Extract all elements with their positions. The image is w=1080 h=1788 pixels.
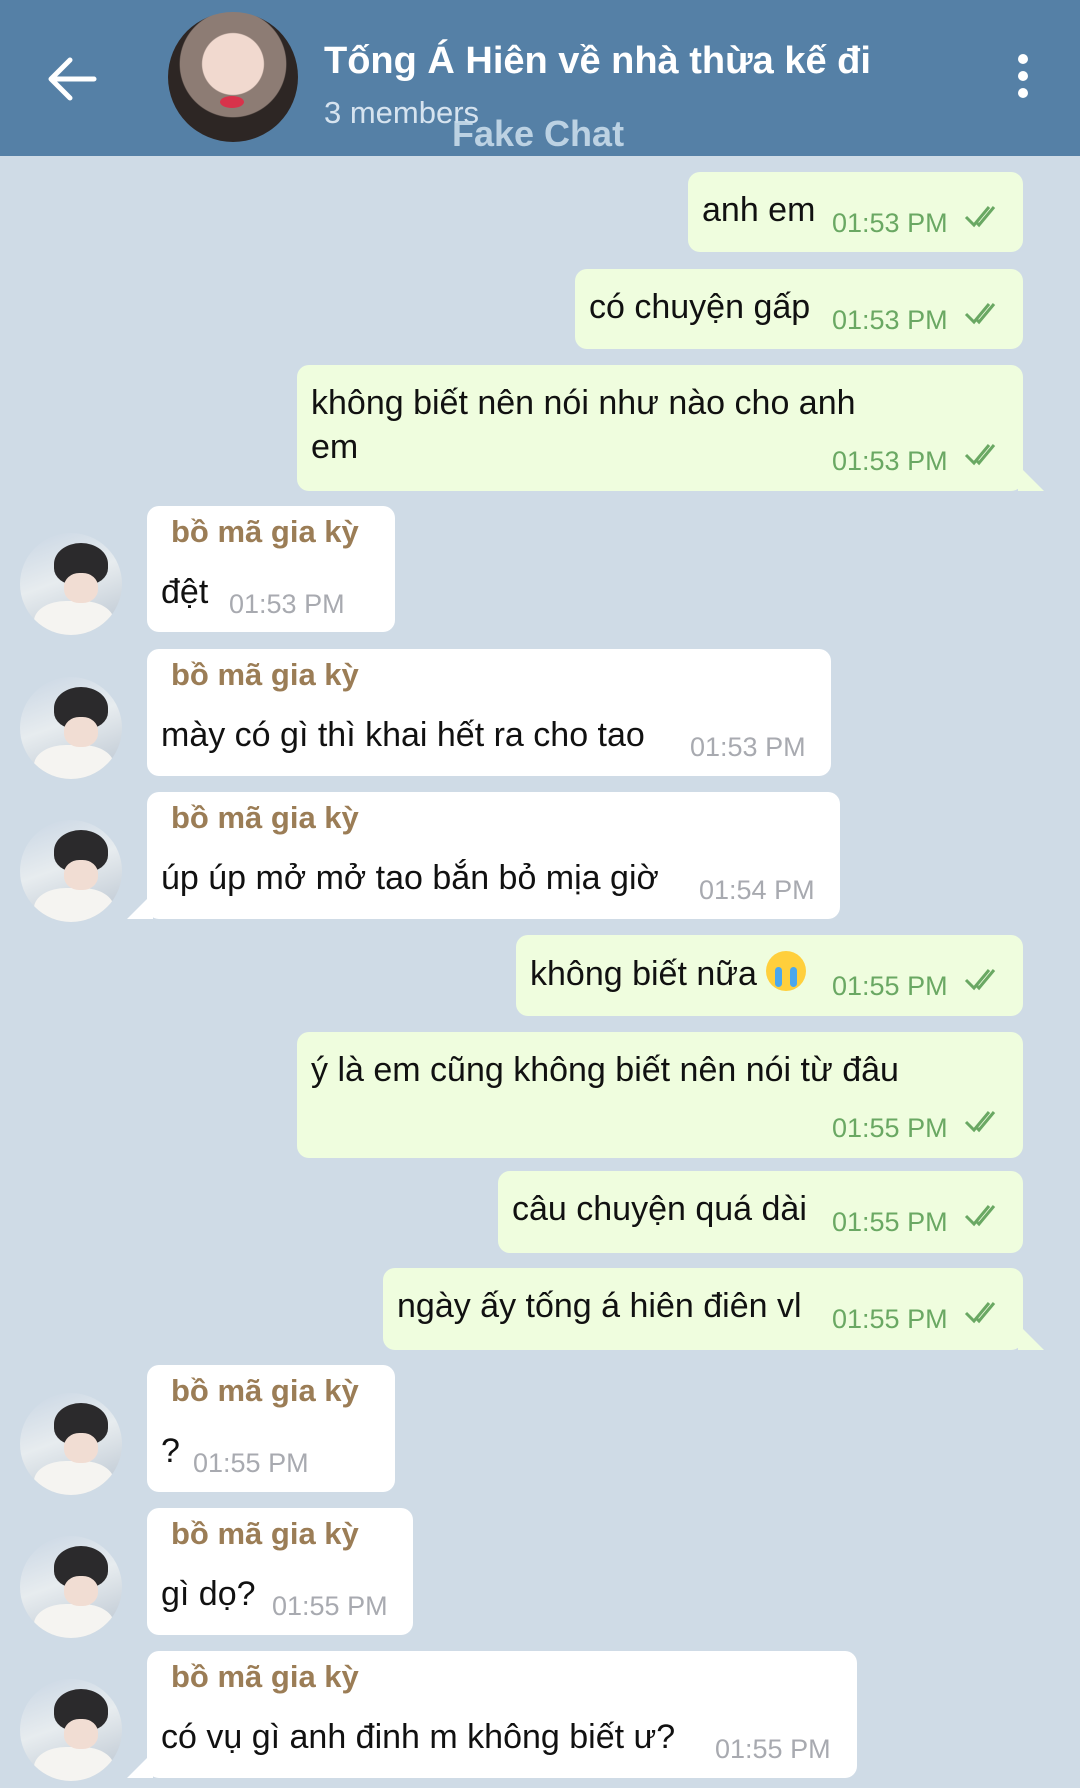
sender-name: bồ mã gia kỳ — [171, 1373, 359, 1408]
message-text: câu chuyện quá dài — [512, 1190, 807, 1228]
message-time: 01:53 PM — [832, 208, 948, 238]
more-vertical-icon[interactable] — [1008, 54, 1038, 104]
message-time: 01:55 PM — [832, 971, 948, 1001]
back-arrow-icon[interactable] — [44, 52, 98, 106]
message-text: úp úp mở mở tao bắn bỏ mịa giờ — [161, 859, 659, 897]
sender-avatar[interactable] — [20, 1393, 122, 1495]
chat-title[interactable]: Tống Á Hiên về nhà thừa kế đi — [324, 40, 871, 83]
message-time: 01:55 PM — [193, 1448, 309, 1478]
message-time: 01:53 PM — [832, 305, 948, 335]
message-time: 01:53 PM — [690, 732, 806, 762]
message-time: 01:53 PM — [229, 589, 345, 619]
sender-name: bồ mã gia kỳ — [171, 1516, 359, 1551]
message-time: 01:55 PM — [715, 1734, 831, 1764]
chat-header: Tống Á Hiên về nhà thừa kế đi 3 members … — [0, 0, 1080, 156]
double-check-icon — [964, 444, 996, 466]
message-text: đệt — [161, 573, 209, 611]
message-text: có chuyện gấp — [589, 288, 811, 326]
message-text: ngày ấy tống á hiên điên vl — [397, 1287, 802, 1325]
sender-name: bồ mã gia kỳ — [171, 657, 359, 692]
message-time: 01:54 PM — [699, 875, 815, 905]
message-text: mày có gì thì khai hết ra cho tao — [161, 716, 645, 754]
message-text: ý là em cũng không biết nên nói từ đâu — [311, 1051, 899, 1089]
sender-avatar[interactable] — [20, 820, 122, 922]
message-text: anh em — [702, 191, 816, 229]
message-time: 01:55 PM — [832, 1113, 948, 1143]
message-time: 01:55 PM — [832, 1207, 948, 1237]
sender-name: bồ mã gia kỳ — [171, 800, 359, 835]
message-text: không biết nên nói như nào cho anh em — [311, 384, 856, 466]
sender-avatar[interactable] — [20, 1679, 122, 1781]
watermark: Fake Chat — [452, 113, 625, 154]
message-time: 01:55 PM — [832, 1304, 948, 1334]
double-check-icon — [964, 303, 996, 325]
sender-name: bồ mã gia kỳ — [171, 514, 359, 549]
crying-face-icon — [766, 951, 807, 991]
double-check-icon — [964, 1302, 996, 1324]
message-text: có vụ gì anh đinh m không biết ư? — [161, 1718, 676, 1756]
message-time: 01:53 PM — [832, 446, 948, 476]
message-text: ? — [161, 1432, 180, 1470]
double-check-icon — [964, 1111, 996, 1133]
double-check-icon — [964, 206, 996, 228]
sender-avatar[interactable] — [20, 533, 122, 635]
double-check-icon — [964, 1205, 996, 1227]
message-text: không biết nữa — [530, 951, 807, 996]
sender-avatar[interactable] — [20, 677, 122, 779]
group-avatar[interactable] — [168, 12, 298, 142]
message-text: gì dọ? — [161, 1575, 256, 1613]
message-time: 01:55 PM — [272, 1591, 388, 1621]
sender-name: bồ mã gia kỳ — [171, 1659, 359, 1694]
sender-avatar[interactable] — [20, 1536, 122, 1638]
double-check-icon — [964, 969, 996, 991]
